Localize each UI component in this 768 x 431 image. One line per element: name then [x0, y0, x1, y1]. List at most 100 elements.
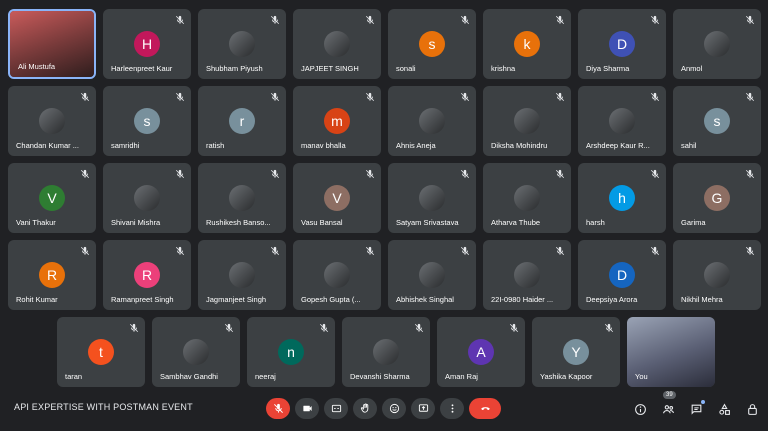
avatar: H	[134, 31, 160, 57]
mic-off-icon	[414, 323, 424, 333]
participant-tile[interactable]: Rushikesh Banso...	[198, 163, 286, 233]
participant-tile[interactable]: You	[627, 317, 715, 387]
participant-tile[interactable]: t taran	[57, 317, 145, 387]
participant-name: Gopesh Gupta (...	[301, 295, 361, 304]
participant-tile[interactable]: Ahnis Aneja	[388, 86, 476, 156]
participant-tile[interactable]: 22I-0980 Haider ...	[483, 240, 571, 310]
host-controls-button[interactable]	[744, 401, 760, 417]
participant-grid: Ali Mustufa H Harleenpreet Kaur Shubham Piy…	[8, 9, 761, 394]
participant-tile[interactable]: s sahil	[673, 86, 761, 156]
more-vertical-icon	[451, 404, 453, 413]
mic-off-icon	[460, 92, 470, 102]
mic-button[interactable]	[266, 398, 290, 419]
participant-row: Chandan Kumar ... s samridhi r ratish m manav …	[8, 86, 761, 156]
people-button[interactable]: 39	[660, 391, 676, 417]
avatar: Y	[563, 339, 589, 365]
participant-tile[interactable]: Arshdeep Kaur R...	[578, 86, 666, 156]
meeting-details-button[interactable]	[632, 401, 648, 417]
mic-off-icon	[175, 246, 185, 256]
participant-name: sonali	[396, 64, 416, 73]
participant-tile[interactable]: G Garima	[673, 163, 761, 233]
emoji-icon	[389, 403, 399, 414]
mic-off-icon	[745, 169, 755, 179]
participant-tile[interactable]: D Diya Sharma	[578, 9, 666, 79]
participant-tile[interactable]: A Aman Raj	[437, 317, 525, 387]
participant-name: Satyam Srivastava	[396, 218, 459, 227]
end-call-button[interactable]	[469, 398, 501, 419]
participant-tile[interactable]: Atharva Thube	[483, 163, 571, 233]
mic-off-icon	[80, 246, 90, 256]
avatar	[324, 262, 350, 288]
participant-tile[interactable]: Shivani Mishra	[103, 163, 191, 233]
mic-off-icon	[270, 169, 280, 179]
participant-tile[interactable]: R Ramanpreet Singh	[103, 240, 191, 310]
present-button[interactable]	[411, 398, 435, 419]
participant-tile[interactable]: Abhishek Singhal	[388, 240, 476, 310]
participant-tile[interactable]: H Harleenpreet Kaur	[103, 9, 191, 79]
participant-tile[interactable]: Nikhil Mehra	[673, 240, 761, 310]
participant-count-badge: 39	[663, 391, 676, 399]
mic-off-icon	[273, 403, 283, 413]
mic-off-icon	[745, 246, 755, 256]
participant-name: Aman Raj	[445, 372, 478, 381]
captions-button[interactable]	[324, 398, 348, 419]
participant-tile[interactable]: Ali Mustufa	[8, 9, 96, 79]
participant-tile[interactable]: Shubham Piyush	[198, 9, 286, 79]
participant-name: Chandan Kumar ...	[16, 141, 79, 150]
participant-tile[interactable]: Jagmanjeet Singh	[198, 240, 286, 310]
participant-name: Abhishek Singhal	[396, 295, 454, 304]
participant-name: sahil	[681, 141, 697, 150]
captions-icon	[331, 404, 341, 413]
mic-off-icon	[224, 323, 234, 333]
participant-name: taran	[65, 372, 83, 381]
mic-off-icon	[175, 92, 185, 102]
participant-tile[interactable]: V Vasu Bansal	[293, 163, 381, 233]
mic-off-icon	[270, 246, 280, 256]
participant-tile[interactable]: Sambhav Gandhi	[152, 317, 240, 387]
participant-name: Jagmanjeet Singh	[206, 295, 267, 304]
mic-off-icon	[365, 246, 375, 256]
raise-hand-button[interactable]	[353, 398, 377, 419]
avatar	[514, 262, 540, 288]
participant-tile[interactable]: Devanshi Sharma	[342, 317, 430, 387]
more-options-button[interactable]	[440, 398, 464, 419]
avatar	[514, 185, 540, 211]
chat-button[interactable]	[688, 400, 705, 417]
activities-button[interactable]	[716, 401, 732, 417]
participant-tile[interactable]: n neeraj	[247, 317, 335, 387]
participant-tile[interactable]: h harsh	[578, 163, 666, 233]
participant-tile[interactable]: k krishna	[483, 9, 571, 79]
mic-off-icon	[270, 92, 280, 102]
participant-name: 22I-0980 Haider ...	[491, 295, 554, 304]
participant-tile[interactable]: s samridhi	[103, 86, 191, 156]
participant-tile[interactable]: r ratish	[198, 86, 286, 156]
participant-name: Diya Sharma	[586, 64, 630, 73]
participant-tile[interactable]: Anmol	[673, 9, 761, 79]
avatar	[373, 339, 399, 365]
participant-name: Diksha Mohindru	[491, 141, 548, 150]
participant-row: V Vani Thakur Shivani Mishra Rushikesh Bans…	[8, 163, 761, 233]
camera-button[interactable]	[295, 398, 319, 419]
participant-tile[interactable]: JAPJEET SINGH	[293, 9, 381, 79]
participant-tile[interactable]: m manav bhalla	[293, 86, 381, 156]
avatar	[229, 31, 255, 57]
mic-off-icon	[80, 169, 90, 179]
participant-tile[interactable]: Diksha Mohindru	[483, 86, 571, 156]
participant-tile[interactable]: Chandan Kumar ...	[8, 86, 96, 156]
participant-tile[interactable]: V Vani Thakur	[8, 163, 96, 233]
participant-tile[interactable]: Satyam Srivastava	[388, 163, 476, 233]
participant-tile[interactable]: Gopesh Gupta (...	[293, 240, 381, 310]
participant-name: harsh	[586, 218, 605, 227]
avatar: V	[39, 185, 65, 211]
avatar	[419, 262, 445, 288]
participant-tile[interactable]: R Rohit Kumar	[8, 240, 96, 310]
emoji-button[interactable]	[382, 398, 406, 419]
participant-tile[interactable]: D Deepsiya Arora	[578, 240, 666, 310]
participant-name: Ramanpreet Singh	[111, 295, 174, 304]
avatar: m	[324, 108, 350, 134]
participant-tile[interactable]: Y Yashika Kapoor	[532, 317, 620, 387]
participant-tile[interactable]: s sonali	[388, 9, 476, 79]
participant-name: Shivani Mishra	[111, 218, 161, 227]
avatar: k	[514, 31, 540, 57]
participant-name: ratish	[206, 141, 225, 150]
